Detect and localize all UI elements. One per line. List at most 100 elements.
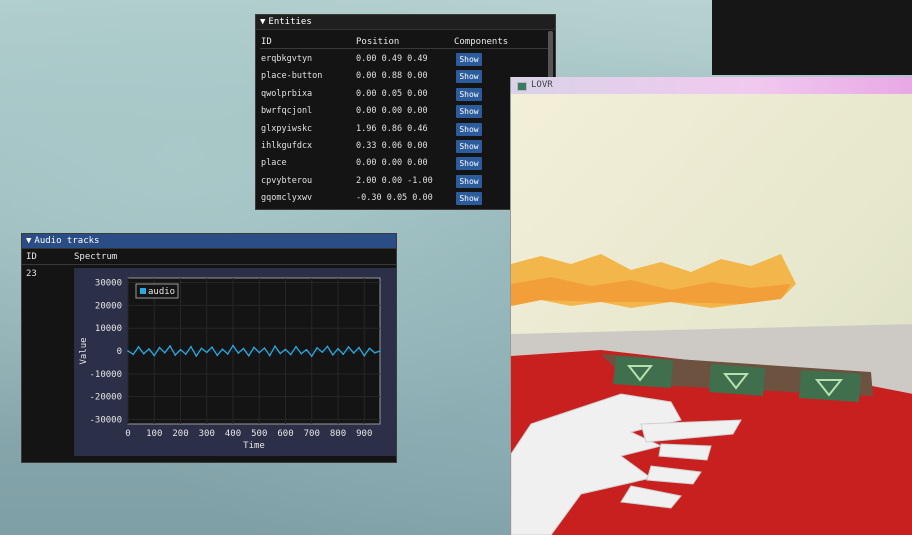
- table-row: glxpyiwskc 1.96 0.86 0.46 Show: [260, 121, 550, 138]
- data-point: [205, 351, 208, 354]
- entity-position: 2.00 0.00 -1.00: [356, 175, 433, 186]
- data-point: [174, 354, 177, 356]
- show-components-button[interactable]: Show: [456, 140, 482, 153]
- show-components-button[interactable]: Show: [456, 192, 482, 206]
- data-point: [279, 352, 282, 355]
- data-point: [352, 352, 355, 354]
- audio-tracks-panel: ▼ Audio tracks ID Spectrum 23 30000 20000 1…: [21, 233, 397, 463]
- col-id-header: ID: [261, 37, 272, 47]
- vr-scene: [511, 94, 912, 535]
- lovr-titlebar[interactable]: LOVR: [511, 77, 912, 94]
- table-row: erqbkgvtyn 0.00 0.49 0.49 Show: [260, 51, 550, 68]
- data-point: [368, 347, 371, 350]
- data-point: [247, 354, 250, 357]
- data-point: [142, 352, 145, 355]
- collapse-arrow-icon[interactable]: ▼: [26, 234, 31, 248]
- x-tick-label: 800: [330, 429, 346, 439]
- entity-id: gqomclyxwv: [261, 193, 313, 204]
- entity-id: place: [261, 158, 287, 169]
- data-point: [242, 347, 245, 350]
- entity-position: 1.96 0.86 0.46: [356, 123, 428, 134]
- entity-id: place-button: [261, 71, 323, 82]
- table-row: place 0.00 0.00 0.00 Show: [260, 155, 550, 172]
- x-tick-label: 200: [172, 429, 188, 439]
- entity-position: 0.00 0.49 0.49: [356, 54, 428, 64]
- data-point: [258, 351, 261, 354]
- y-tick-label: -10000: [89, 370, 122, 380]
- x-tick-label: 700: [304, 429, 320, 439]
- table-row: gqomclyxwv -0.30 0.05 0.00 Show: [260, 190, 550, 207]
- y-tick-label: 20000: [95, 301, 122, 311]
- collapse-arrow-icon[interactable]: ▼: [260, 15, 265, 29]
- y-tick-label: 0: [117, 347, 122, 357]
- entities-titlebar[interactable]: ▼ Entities: [256, 15, 555, 30]
- show-components-button[interactable]: Show: [456, 174, 482, 188]
- data-point: [127, 350, 129, 352]
- legend-label: audio: [148, 287, 175, 297]
- data-point: [300, 352, 303, 355]
- audio-titlebar[interactable]: ▼ Audio tracks: [22, 234, 396, 249]
- entity-position: 0.00 0.88 0.00: [356, 71, 428, 82]
- data-point: [321, 351, 324, 353]
- entity-id: qwolprbixa: [261, 88, 313, 99]
- show-components-button[interactable]: Show: [456, 87, 482, 101]
- x-tick-label: 100: [146, 429, 162, 439]
- x-tick-label: 400: [225, 429, 241, 439]
- y-axis-label: Value: [79, 337, 89, 364]
- data-point: [132, 353, 135, 356]
- data-point: [289, 353, 292, 356]
- entity-id: cpvybterou: [261, 175, 313, 186]
- vr-button-left[interactable]: [613, 356, 673, 388]
- data-point: [184, 353, 187, 355]
- data-point: [195, 355, 198, 357]
- table-row: ihlkgufdcx 0.33 0.06 0.00 Show: [260, 138, 550, 155]
- table-row: place-button 0.00 0.88 0.00 Show: [260, 68, 550, 85]
- data-point: [274, 345, 276, 348]
- entity-id: ihlkgufdcx: [261, 141, 313, 151]
- data-point: [379, 350, 381, 352]
- lovr-window: LOVR: [510, 77, 912, 535]
- table-row: cpvybterou 2.00 0.00 -1.00 Show: [260, 173, 550, 190]
- data-point: [216, 354, 219, 357]
- data-point: [179, 348, 182, 351]
- x-tick-label: 500: [251, 429, 267, 439]
- data-point: [358, 346, 360, 349]
- data-point: [211, 346, 213, 348]
- entity-position: 0.00 0.00 0.00: [356, 158, 428, 169]
- data-point: [305, 348, 308, 351]
- data-point: [148, 348, 150, 350]
- desktop-dark-area: [712, 0, 912, 75]
- vr-button-middle[interactable]: [709, 364, 765, 396]
- x-axis-label: Time: [243, 441, 265, 451]
- col-position-header: Position: [356, 37, 400, 47]
- data-point: [284, 348, 287, 351]
- data-point: [373, 352, 376, 354]
- col-components-header: Components: [454, 37, 509, 47]
- data-point: [232, 344, 234, 347]
- vr-button-right[interactable]: [799, 370, 861, 402]
- data-point: [137, 346, 140, 348]
- spectrum-plot[interactable]: 30000 20000 10000 0 -10000 -20000 -30000 0 100 20…: [74, 268, 396, 456]
- lovr-app-icon: [517, 82, 527, 91]
- data-point: [342, 353, 345, 355]
- data-point: [169, 345, 171, 347]
- show-components-button[interactable]: Show: [456, 53, 482, 66]
- data-point: [326, 345, 329, 348]
- show-components-button[interactable]: Show: [456, 157, 482, 171]
- show-components-button[interactable]: Show: [456, 70, 482, 84]
- entities-title: Entities: [268, 17, 312, 27]
- audio-table-header: ID Spectrum: [22, 250, 396, 265]
- show-components-button[interactable]: Show: [456, 105, 482, 119]
- spectrum-chart-svg: 3000020000100000-10000-20000-300000 100 20…: [79, 277, 381, 451]
- entity-position: 0.00 0.00 0.00: [356, 106, 428, 117]
- data-point: [200, 347, 203, 350]
- data-point: [190, 345, 192, 348]
- x-tick-label: 0: [125, 429, 130, 439]
- show-components-button[interactable]: Show: [456, 122, 482, 136]
- data-point: [153, 354, 156, 357]
- data-point: [158, 346, 161, 349]
- lovr-title: LOVR: [531, 80, 553, 90]
- data-point: [237, 352, 240, 354]
- x-tick-label: 300: [199, 429, 215, 439]
- y-tick-label: 30000: [95, 279, 122, 289]
